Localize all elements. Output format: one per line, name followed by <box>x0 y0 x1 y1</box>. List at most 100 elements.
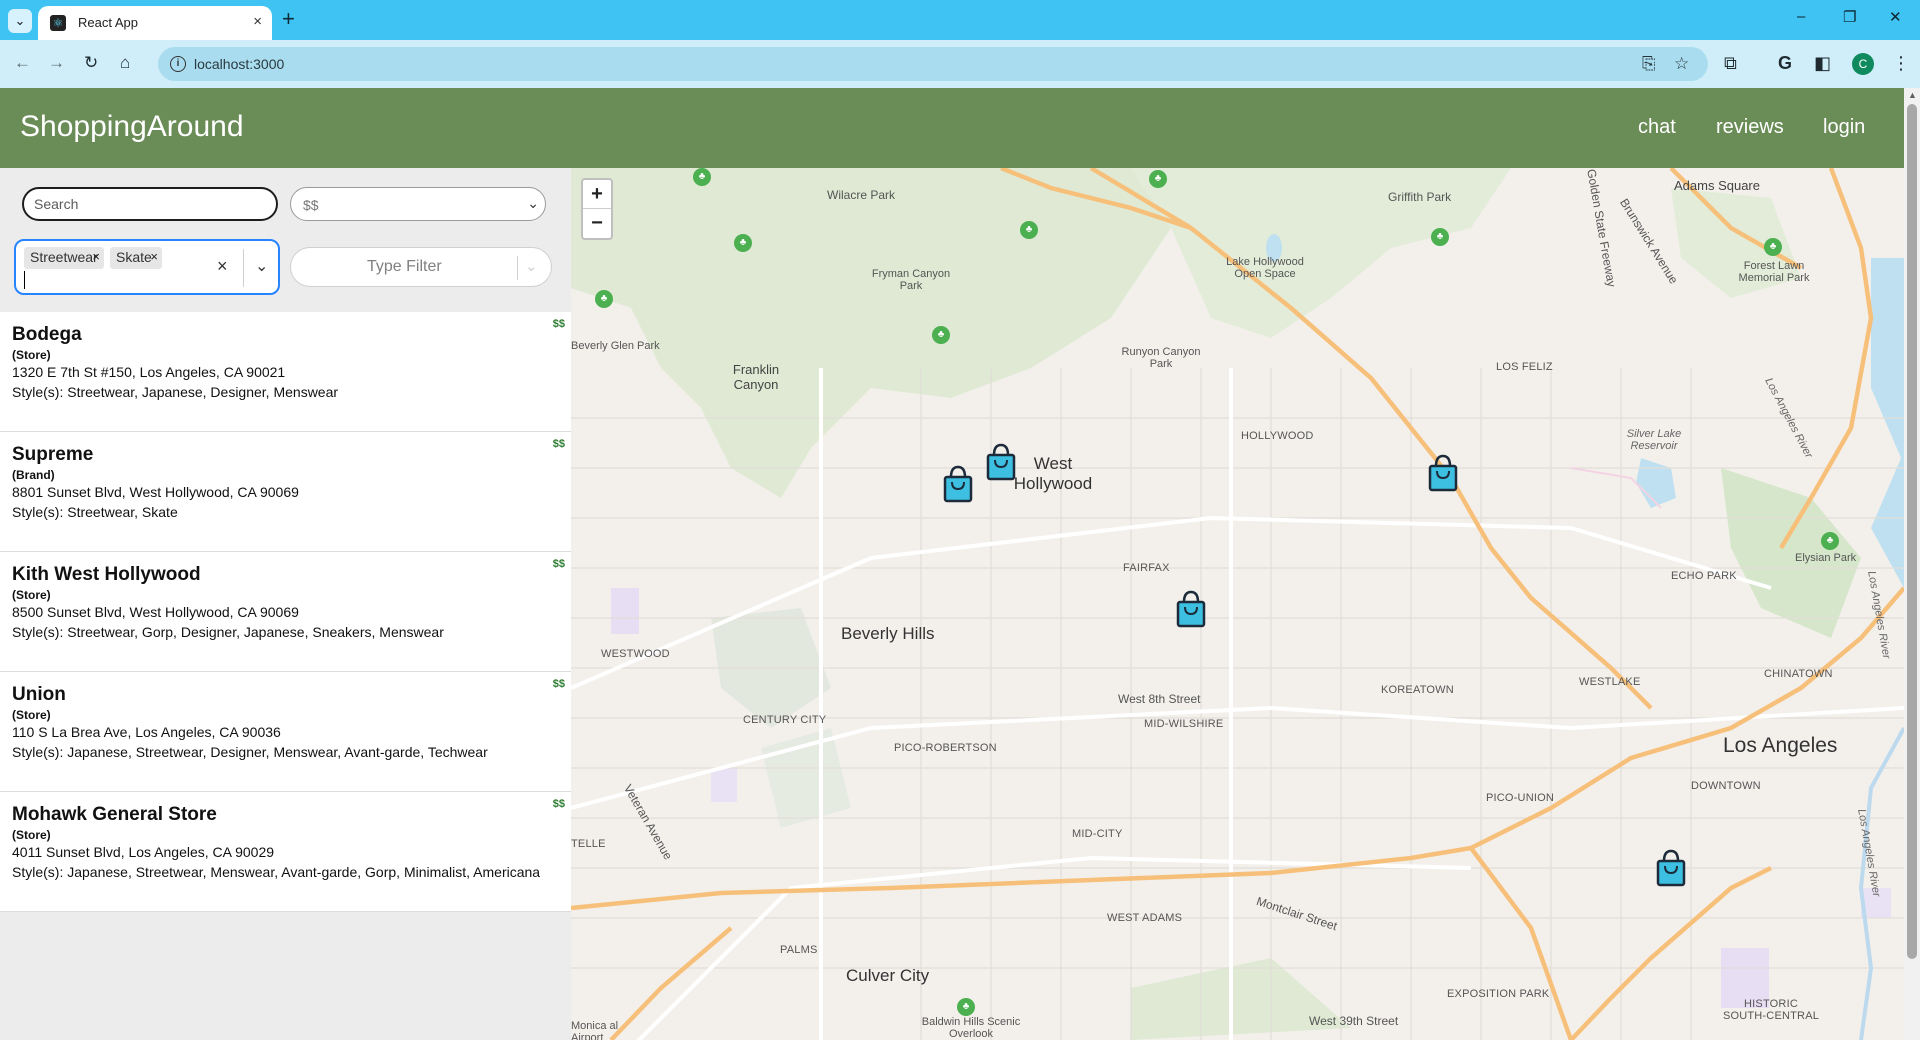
g-icon[interactable]: G <box>1778 52 1792 74</box>
install-app-icon[interactable]: ⎘ <box>1642 54 1656 74</box>
price-select[interactable]: $$ ⌄ <box>290 187 546 221</box>
store-price: $$ <box>552 438 565 450</box>
reload-icon[interactable]: ↻ <box>84 53 98 73</box>
site-info-icon[interactable]: i <box>170 56 186 72</box>
map-label: Lake Hollywood Open Space <box>1226 256 1304 280</box>
tree-icon: ♣ <box>932 326 950 344</box>
tab-search-button[interactable]: ⌄ <box>8 9 32 33</box>
map-label: Runyon Canyon Park <box>1121 346 1201 370</box>
store-styles: Style(s): Streetwear, Gorp, Designer, Ja… <box>12 624 444 640</box>
window-close-button[interactable]: ✕ <box>1889 8 1902 26</box>
map-label: DOWNTOWN <box>1691 780 1761 792</box>
map-label: HOLLYWOOD <box>1241 430 1314 442</box>
map-label: ECHO PARK <box>1671 570 1737 582</box>
map-label: WESTWOOD <box>601 648 670 660</box>
map-label: WESTLAKE <box>1579 676 1641 688</box>
type-filter-select[interactable]: Type Filter ⌄ <box>290 247 552 287</box>
filter-bar: $$ ⌄ Streetwear × Skate × × ⌄ Type Filte… <box>0 168 571 312</box>
nav-link-login[interactable]: login <box>1823 116 1865 139</box>
nav-link-reviews[interactable]: reviews <box>1716 116 1784 139</box>
map-label: MID-WILSHIRE <box>1144 718 1224 730</box>
store-card[interactable]: Union (Store) 110 S La Brea Ave, Los Ang… <box>0 672 571 792</box>
store-type: (Store) <box>12 828 51 842</box>
back-arrow-icon[interactable]: ← <box>14 53 31 73</box>
tab-close-button[interactable]: × <box>253 13 262 30</box>
map-label: Wilacre Park <box>827 188 896 202</box>
map-label: West 39th Street <box>1309 1014 1399 1028</box>
shopping-bag-icon[interactable] <box>1426 454 1460 492</box>
chip-remove-icon[interactable]: × <box>92 249 100 264</box>
map-label: Los Angeles <box>1723 734 1838 757</box>
tree-icon: ♣ <box>693 168 711 186</box>
store-price: $$ <box>552 318 565 330</box>
store-card[interactable]: Bodega (Store) 1320 E 7th St #150, Los A… <box>0 312 571 432</box>
price-select-value: $$ <box>303 197 319 213</box>
address-bar[interactable]: i localhost:3000 ⎘ ☆ <box>158 47 1708 81</box>
tree-icon: ♣ <box>957 998 975 1016</box>
map-label: PALMS <box>780 944 818 956</box>
tree-icon: ♣ <box>1821 532 1839 550</box>
url-text[interactable]: localhost:3000 <box>194 56 284 72</box>
style-multi-select[interactable]: Streetwear × Skate × × ⌄ <box>14 239 280 295</box>
map-base-layer <box>571 168 1904 1040</box>
store-name[interactable]: Union <box>12 684 66 706</box>
store-card[interactable]: Mohawk General Store (Store) 4011 Sunset… <box>0 792 571 912</box>
store-card[interactable]: Kith West Hollywood (Store) 8500 Sunset … <box>0 552 571 672</box>
tree-icon: ♣ <box>1020 221 1038 239</box>
map-label: PICO-UNION <box>1486 792 1554 804</box>
chevron-down-icon[interactable]: ⌄ <box>525 257 538 275</box>
map-label: CENTURY CITY <box>743 714 827 726</box>
type-filter-placeholder: Type Filter <box>367 258 442 275</box>
store-address: 8500 Sunset Blvd, West Hollywood, CA 900… <box>12 604 299 620</box>
map-view[interactable]: + − ♣ ♣ ♣ ♣ ♣ ♣ ♣ ♣ ♣ ♣ Wilacre Park Gri… <box>571 168 1904 1040</box>
store-price: $$ <box>552 678 565 690</box>
map-label: PICO-ROBERTSON <box>894 742 997 754</box>
side-panel-icon[interactable]: ◧ <box>1814 52 1831 74</box>
page-scrollbar[interactable]: ▲ <box>1904 88 1920 1040</box>
new-tab-button[interactable]: + <box>282 8 295 30</box>
store-list: Bodega (Store) 1320 E 7th St #150, Los A… <box>0 312 571 912</box>
profile-avatar[interactable]: C <box>1852 53 1874 75</box>
tree-icon: ♣ <box>1149 170 1167 188</box>
kebab-menu-icon[interactable]: ⋮ <box>1892 52 1910 74</box>
scroll-up-arrow-icon[interactable]: ▲ <box>1908 90 1917 100</box>
chip-remove-icon[interactable]: × <box>150 249 158 264</box>
store-name[interactable]: Mohawk General Store <box>12 804 217 826</box>
text-caret[interactable] <box>24 271 25 289</box>
store-card[interactable]: Supreme (Brand) 8801 Sunset Blvd, West H… <box>0 432 571 552</box>
zoom-in-button[interactable]: + <box>583 180 611 209</box>
brand-title[interactable]: ShoppingAround <box>20 110 244 144</box>
home-icon[interactable]: ⌂ <box>120 53 130 73</box>
forward-arrow-icon[interactable]: → <box>48 53 65 73</box>
chevron-down-icon[interactable]: ⌄ <box>255 256 268 276</box>
scroll-thumb[interactable] <box>1907 104 1917 959</box>
star-icon[interactable]: ☆ <box>1674 54 1689 74</box>
shopping-bag-icon[interactable] <box>941 465 975 503</box>
browser-tab[interactable]: ⚛ React App × <box>38 6 272 40</box>
minimize-button[interactable]: – <box>1797 8 1805 25</box>
map-label: Silver Lake Reservoir <box>1626 428 1682 452</box>
store-type: (Store) <box>12 708 51 722</box>
map-label: Culver City <box>846 966 930 985</box>
store-name[interactable]: Kith West Hollywood <box>12 564 201 586</box>
shopping-bag-icon[interactable] <box>1654 849 1688 887</box>
zoom-out-button[interactable]: − <box>583 209 611 238</box>
map-label: Baldwin Hills Scenic Overlook <box>921 1016 1021 1040</box>
nav-link-chat[interactable]: chat <box>1638 116 1676 139</box>
map-label: West Hollywood <box>1013 454 1093 493</box>
restore-button[interactable]: ❐ <box>1843 8 1856 26</box>
store-type: (Brand) <box>12 468 55 482</box>
shopping-bag-icon[interactable] <box>1174 590 1208 628</box>
map-label: CHINATOWN <box>1764 668 1833 680</box>
tab-title: React App <box>78 15 138 30</box>
clear-icon[interactable]: × <box>217 256 228 277</box>
store-name[interactable]: Bodega <box>12 324 82 346</box>
map-label: Franklin Canyon <box>732 362 780 392</box>
style-chip: Streetwear × <box>24 247 104 269</box>
left-panel: $$ ⌄ Streetwear × Skate × × ⌄ Type Filte… <box>0 168 571 1040</box>
search-input[interactable] <box>22 187 278 221</box>
map-label: Beverly Hills <box>841 624 935 643</box>
shopping-bag-icon[interactable] <box>984 443 1018 481</box>
puzzle-icon[interactable]: ⧉ <box>1724 52 1737 74</box>
store-name[interactable]: Supreme <box>12 444 93 466</box>
